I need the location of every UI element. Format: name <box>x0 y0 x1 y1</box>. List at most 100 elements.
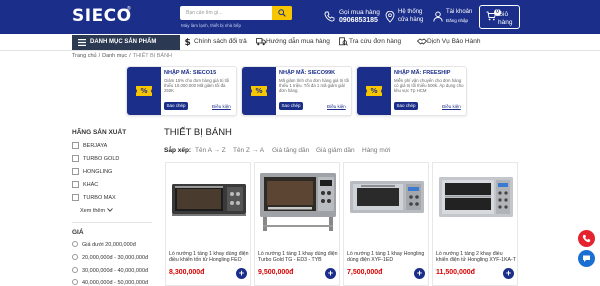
copy-code-button[interactable]: Sao chép <box>394 102 418 110</box>
radio-button[interactable] <box>72 267 78 273</box>
call-floating-button[interactable] <box>578 230 595 247</box>
registered-mark: ® <box>127 6 131 12</box>
svg-text:%: % <box>140 87 147 95</box>
price-option-label: 30,000,000đ - 40,000,000đ <box>82 268 149 274</box>
brand-option-label: HONGLING <box>83 169 113 175</box>
radio-button[interactable] <box>72 279 78 285</box>
price-option-label: 40,000,000đ - 50,000,000đ <box>82 280 149 286</box>
checkbox[interactable] <box>72 194 79 201</box>
brand-filter-title: HÃNG SẢN XUẤT <box>72 129 127 136</box>
nav-order-lookup-label: Tra cứu đơn hàng <box>349 38 402 45</box>
sidebar-divider <box>72 222 152 223</box>
coupon-terms-link[interactable]: Điều kiện <box>327 104 346 109</box>
checkbox[interactable] <box>72 155 79 162</box>
store-line2: cửa hàng <box>398 17 424 23</box>
sort-price-desc[interactable]: Giá giảm dần <box>316 147 355 154</box>
cart-line1: Giỏ <box>498 11 509 18</box>
see-more-label: Xem thêm <box>80 208 106 214</box>
hamburger-icon <box>78 39 86 46</box>
product-card[interactable]: Lò nướng 1 tầng 1 khay Hongling dùng điệ… <box>343 162 429 286</box>
sort-label: Sắp xếp: <box>164 147 192 154</box>
coupon-card: % NHẬP MÃ: SIECO15 Giảm 15% cho đơn hàng… <box>126 66 237 116</box>
coupon-card: % NHẬP MÃ: SIECO99K Mã giảm tính cho đơn… <box>241 66 352 116</box>
add-to-cart-button[interactable]: + <box>325 268 336 279</box>
sort-price-asc[interactable]: Giá tăng dần <box>272 147 309 154</box>
nav-buying-guide-label: Hướng dẫn mua hàng <box>266 38 330 45</box>
chevron-down-icon <box>106 208 113 212</box>
price-option-label: Giá dưới 20,000,000đ <box>82 242 136 248</box>
page-title: THIẾT BỊ BÁNH <box>164 127 232 138</box>
handshake-icon <box>417 38 427 45</box>
product-image[interactable] <box>347 167 427 237</box>
svg-text:%: % <box>255 87 262 95</box>
ticket-icon: % <box>366 86 382 96</box>
breadcrumb: Trang chủ / Danh mục / THIẾT BỊ BÁNH <box>72 53 173 59</box>
login-link[interactable]: Đăng nhập <box>446 18 468 23</box>
checkbox[interactable] <box>72 181 79 188</box>
nav-warranty-label: Dịch Vụ Bảo Hành <box>427 38 481 45</box>
search-button[interactable] <box>272 6 292 20</box>
sort-name-desc[interactable]: Tên Z → A <box>233 147 264 154</box>
sort-newest[interactable]: Hàng mới <box>362 147 390 154</box>
product-price: 7,500,000đ <box>347 269 383 276</box>
add-to-cart-button[interactable]: + <box>414 268 425 279</box>
nav-return-policy-label: Chính sách đổi trả <box>194 38 247 45</box>
search-hint[interactable]: Máy làm lạnh, thiết bị nhà bếp <box>181 23 241 28</box>
product-name[interactable]: Lò nướng 1 tầng 2 khay điều khiển điện t… <box>436 251 516 263</box>
add-to-cart-button[interactable]: + <box>236 268 247 279</box>
coupon-terms-link[interactable]: Điều kiện <box>442 104 461 109</box>
product-name[interactable]: Lò nướng 1 tầng 1 khay dùng điện Turbo G… <box>258 251 338 263</box>
ticket-icon: % <box>136 86 152 96</box>
breadcrumb-category[interactable]: Danh mục <box>102 53 127 59</box>
product-image[interactable] <box>258 167 338 237</box>
brand-option-label: BERJAYA <box>83 143 108 149</box>
checkbox[interactable] <box>72 168 79 175</box>
product-price: 11,500,000đ <box>436 269 475 276</box>
brand-option-label: KHÁC <box>83 182 99 188</box>
cart-button[interactable]: 0 Giỏ hàng <box>479 5 520 29</box>
checkbox[interactable] <box>72 142 79 149</box>
account-label: Tài khoản <box>446 9 473 15</box>
site-logo[interactable]: SIECO <box>72 6 132 26</box>
hotline-number: 0906853185 <box>339 17 378 24</box>
category-menu-label: DANH MỤC SẢN PHẨM <box>90 39 157 45</box>
search-bar <box>180 6 292 20</box>
coupon-description: Miễn phí vận chuyển cho đơn hàng có giá … <box>394 78 464 93</box>
product-card[interactable]: Lò nướng 1 tầng 2 khay điều khiển điện t… <box>432 162 518 286</box>
coupon-description: Giảm 15% cho đơn hàng giá trị tối thiểu … <box>164 78 230 93</box>
category-menu-button[interactable]: DANH MỤC SẢN PHẨM <box>72 35 180 50</box>
coupon-code: NHẬP MÃ: SIECO99K <box>279 70 336 76</box>
product-name[interactable]: Lò nướng 1 tầng 1 khay dùng điện điều kh… <box>169 251 249 263</box>
search-icon <box>278 9 286 17</box>
add-to-cart-button[interactable]: + <box>503 268 514 279</box>
product-image[interactable] <box>436 167 516 237</box>
product-image[interactable] <box>169 167 249 237</box>
product-price: 9,500,000đ <box>258 269 294 276</box>
price-option-label: 20,000,000đ - 30,000,000đ <box>82 255 149 261</box>
brand-option-label: TURBO GOLD <box>83 156 120 162</box>
coupon-description: Mã giảm tính cho đơn hàng giá trị tối th… <box>279 78 349 93</box>
phone-icon <box>582 234 591 243</box>
coupon-code: NHẬP MÃ: FREESHIP <box>394 70 451 76</box>
cart-line2: hàng <box>498 19 513 26</box>
product-price: 8,300,000đ <box>169 269 205 276</box>
store-line1: Hệ thống <box>398 9 423 15</box>
copy-code-button[interactable]: Sao chép <box>279 102 303 110</box>
ticket-icon: % <box>251 86 267 96</box>
breadcrumb-home[interactable]: Trang chủ <box>72 53 97 59</box>
site-header: SIECO ® Máy làm lạnh, thiết bị nhà bếp G… <box>0 0 600 34</box>
svg-text:%: % <box>370 87 377 95</box>
copy-code-button[interactable]: Sao chép <box>164 102 188 110</box>
radio-button[interactable] <box>72 241 78 247</box>
product-card[interactable]: Lò nướng 1 tầng 1 khay dùng điện điều kh… <box>165 162 251 286</box>
product-card[interactable]: Lò nướng 1 tầng 1 khay dùng điện Turbo G… <box>254 162 340 286</box>
radio-button[interactable] <box>72 254 78 260</box>
product-name[interactable]: Lò nướng 1 tầng 1 khay Hongling dùng điệ… <box>347 251 427 263</box>
main-nav: DANH MỤC SẢN PHẨM $ Chính sách đổi trả H… <box>0 34 600 51</box>
sort-name-asc[interactable]: Tên A → Z <box>195 147 226 154</box>
see-more-brands[interactable]: Xem thêm <box>80 208 113 214</box>
search-input[interactable] <box>180 6 272 20</box>
coupon-terms-link[interactable]: Điều kiện <box>212 104 231 109</box>
chat-floating-button[interactable] <box>578 250 595 267</box>
price-filter-title: GIÁ <box>72 229 84 236</box>
